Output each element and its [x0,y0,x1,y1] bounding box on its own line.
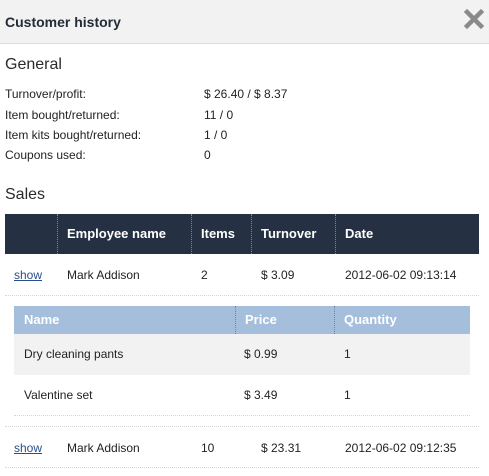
items-header: Items [201,226,235,241]
item-name-cell: Dry cleaning pants [24,347,124,361]
close-icon[interactable] [463,8,485,30]
price-header: Price [245,312,277,327]
items-bought-returned-label: Item bought/returned: [5,108,120,122]
date-cell: 2012-06-02 09:13:14 [345,268,457,282]
employee-name-cell: Mark Addison [67,268,140,282]
item-price-cell: $ 0.99 [244,347,278,361]
coupons-used-value: 0 [204,148,211,162]
date-cell: 2012-06-02 09:12:35 [345,441,457,455]
turnover-profit-label: Turnover/profit: [5,87,86,101]
items-cell: 2 [201,268,208,282]
turnover-profit-value: $ 26.40 / $ 8.37 [204,87,288,101]
item-kits-bought-returned-label: Item kits bought/returned: [5,128,142,142]
show-details-link[interactable]: show [14,427,42,469]
turnover-cell: $ 23.31 [261,441,302,455]
table-row: show Mark Addison 10 $ 23.31 2012-06-02 … [5,426,479,468]
item-name-header: Name [24,312,60,327]
turnover-header: Turnover [261,226,317,241]
list-item: Valentine set $ 3.49 1 [14,375,470,416]
items-cell: 10 [201,441,215,455]
show-details-link[interactable]: show [14,254,42,296]
sales-table-header: Employee name Items Turnover Date [5,214,479,254]
employee-name-header: Employee name [67,226,166,241]
item-quantity-cell: 1 [344,347,351,361]
item-price-cell: $ 3.49 [244,388,278,402]
dialog-title: Customer history [5,14,121,30]
general-section-title: General [5,56,62,73]
quantity-header: Quantity [344,312,397,327]
sales-section-title: Sales [5,186,46,203]
list-item: Dry cleaning pants $ 0.99 1 [14,334,470,375]
table-row: show Mark Addison 2 $ 3.09 2012-06-02 09… [5,254,479,296]
turnover-cell: $ 3.09 [261,268,295,282]
items-bought-returned-value: 11 / 0 [204,108,234,122]
dialog-header: Customer history [0,0,489,44]
coupons-used-label: Coupons used: [5,148,86,162]
employee-name-cell: Mark Addison [67,441,140,455]
item-kits-bought-returned-value: 1 / 0 [204,128,228,142]
date-header: Date [345,226,374,241]
item-quantity-cell: 1 [344,388,351,402]
sale-items-header: Name Price Quantity [14,306,470,334]
item-name-cell: Valentine set [24,388,93,402]
